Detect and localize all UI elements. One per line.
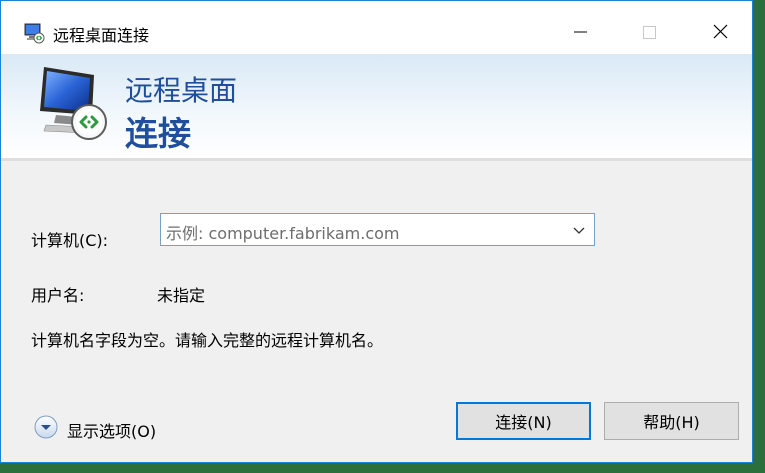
title-bar: 远程桌面连接: [1, 1, 752, 54]
computer-label: 计算机(C):: [31, 231, 109, 250]
minimize-button[interactable]: [558, 16, 604, 46]
expand-options-icon[interactable]: [34, 415, 58, 439]
minimize-icon: [574, 31, 587, 33]
brand-title-line2: 连接: [125, 114, 191, 153]
connect-button[interactable]: 连接(N): [456, 402, 591, 440]
status-message: 计算机名字段为空。请输入完整的远程计算机名。: [31, 331, 384, 350]
remote-desktop-logo: [40, 67, 107, 140]
computer-input[interactable]: 示例: computer.fabrikam.com: [166, 220, 400, 244]
maximize-icon: [643, 26, 656, 39]
header-divider: [1, 158, 752, 161]
maximize-button: [627, 16, 673, 46]
brand-title-line1: 远程桌面: [125, 74, 238, 107]
username-value: 未指定: [157, 286, 206, 305]
chevron-down-icon[interactable]: [572, 223, 586, 237]
remote-desktop-window: 远程桌面连接 远程桌面 连接 计算机(C): 示例: computer.fabr…: [0, 0, 753, 463]
close-button[interactable]: [698, 16, 744, 46]
banner: 远程桌面 连接: [1, 54, 752, 160]
remote-desktop-icon: [24, 23, 45, 44]
close-icon: [713, 24, 728, 39]
show-options-label[interactable]: 显示选项(O): [67, 418, 156, 442]
computer-combobox[interactable]: 示例: computer.fabrikam.com: [160, 213, 595, 246]
username-label: 用户名:: [31, 286, 85, 305]
help-button[interactable]: 帮助(H): [604, 402, 739, 440]
window-title: 远程桌面连接: [53, 26, 150, 45]
